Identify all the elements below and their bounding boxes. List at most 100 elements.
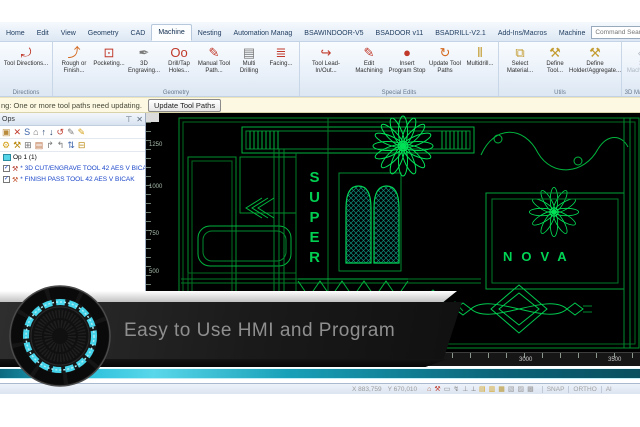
move-up-icon[interactable]: ↑ — [42, 127, 47, 138]
multi-drilling-button[interactable]: ▤ Multi Drilling — [233, 44, 265, 75]
regenerate-icon[interactable]: ↺ — [57, 127, 65, 138]
group-label-geometry: Geometry — [53, 90, 299, 96]
tab-cad[interactable]: CAD — [125, 26, 152, 41]
hatch-alt-icon[interactable]: ▨ — [517, 385, 524, 394]
snap-toggle[interactable]: SNAP — [542, 386, 569, 393]
tab-view[interactable]: View — [55, 26, 82, 41]
tree-item-finish-pass[interactable]: ✓ ⚒ * FINISH PASS TOOL 42 AES V BICAK — [0, 174, 145, 185]
drill-tap-holes-button[interactable]: Oo Drill/Tap Holes... — [163, 44, 195, 75]
toolpath-checkbox[interactable]: ✓ — [3, 165, 10, 172]
tool-lead-in-out-label: Tool Lead-In/Out... — [302, 61, 350, 75]
report-icon[interactable]: ▤ — [35, 140, 44, 151]
app-window: Home Edit View Geometry CAD Machine Nest… — [0, 0, 640, 427]
open-icon[interactable]: ▣ — [2, 127, 11, 138]
tree-item-op1[interactable]: Op 1 (1) — [0, 152, 145, 163]
pocketing-button[interactable]: ⊡ Pocketing... — [93, 44, 125, 68]
dynamic-icon[interactable]: ↯ — [453, 385, 459, 394]
group-label-directions: Directions — [0, 90, 52, 96]
layer-alt-icon[interactable]: ▥ — [489, 385, 496, 394]
manual-tool-path-icon: ✎ — [209, 45, 220, 61]
ribbon-group-utils: ⧉ Select Material... ⚒ Define Tool... ⚒ … — [499, 42, 622, 96]
move-down-icon[interactable]: ↓ — [49, 127, 54, 138]
home-view-icon[interactable]: ⌂ — [427, 385, 431, 394]
tab-addins-macros[interactable]: Add-Ins/Macros — [492, 26, 553, 41]
simulate-icon[interactable]: S — [24, 127, 30, 138]
settings-icon[interactable]: ⚙ — [2, 140, 10, 151]
insert-program-stop-button[interactable]: ● Insert Program Stop — [388, 44, 426, 75]
tab-geometry[interactable]: Geometry — [82, 26, 125, 41]
ribbon-group-special-edits: ↪ Tool Lead-In/Out... ✎ Edit Machining ●… — [300, 42, 499, 96]
ribbon-group-geometry: ⤴ Rough or Finish... ⊡ Pocketing... ✒ 3D… — [53, 42, 300, 96]
update-tool-paths-warning-button[interactable]: Update Tool Paths — [148, 99, 221, 112]
parallel-icon[interactable]: ⟂ — [471, 385, 476, 394]
pin-icon[interactable]: ⊤ — [125, 115, 132, 124]
layer-icon[interactable]: ▤ — [479, 385, 486, 394]
v-ruler-label: 1000 — [149, 184, 162, 190]
plane-icon[interactable]: ▭ — [444, 385, 451, 394]
insert-program-stop-label: Insert Program Stop — [388, 61, 426, 75]
operation-icon — [3, 154, 11, 161]
hatch-icon[interactable]: ▧ — [508, 385, 515, 394]
tree-item-label: * 3D CUT/ENGRAVE TOOL 42 AES V BICAK — [20, 165, 146, 172]
edit-machining-label: Edit Machining — [350, 61, 388, 75]
select-material-button[interactable]: ⧉ Select Material... — [501, 44, 539, 75]
machining-3d-button[interactable]: ◈ 3D Machining... — [624, 44, 640, 75]
edit-icon[interactable]: ✎ — [67, 127, 75, 138]
define-holder-aggregate-label: Define Holder/Aggregate... — [569, 61, 621, 75]
h-ruler-label: 3000 — [519, 357, 532, 363]
warning-text: ng: One or more tool paths need updating… — [1, 101, 142, 110]
tool-directions-button[interactable]: ⤾ Tool Directions... — [2, 44, 50, 68]
edit-machining-button[interactable]: ✎ Edit Machining — [350, 44, 388, 75]
tree-item-3d-cut-engrave[interactable]: ✓ ⚒ * 3D CUT/ENGRAVE TOOL 42 AES V BICAK — [0, 163, 145, 174]
rough-or-finish-button[interactable]: ⤴ Rough or Finish... — [55, 44, 93, 75]
tab-bsawindoor[interactable]: BSAWINDOOR-V5 — [298, 26, 369, 41]
post-alt-icon[interactable]: ↰ — [57, 140, 65, 151]
toolpath-icon: ⚒ — [12, 176, 18, 184]
tree-toolbar-row2: ⚙ ⚒ ⊞ ▤ ↱ ↰ ⇅ ⊟ — [0, 139, 145, 152]
define-holder-aggregate-button[interactable]: ⚒ Define Holder/Aggregate... — [571, 44, 619, 75]
tab-automation-manager[interactable]: Automation Manag — [228, 26, 299, 41]
ortho-toggle[interactable]: ORTHO — [568, 386, 600, 393]
top-band — [242, 127, 474, 153]
perpendicular-icon[interactable]: ⊥ — [462, 385, 468, 394]
status-icons: ⌂ ⚒ ▭ ↯ ⊥ ⟂ ▤ ▥ ▦ ▧ ▨ ▩ — [427, 385, 534, 394]
command-search-input[interactable] — [591, 26, 640, 39]
tools-icon[interactable]: ⚒ — [434, 385, 440, 394]
manual-tool-path-label: Manual Tool Path... — [195, 61, 233, 75]
toolpath-checkbox[interactable]: ✓ — [3, 176, 10, 183]
tab-nesting[interactable]: Nesting — [192, 26, 228, 41]
engraved-arches — [339, 173, 401, 271]
close-icon[interactable]: ✕ — [136, 115, 143, 124]
grid-icon[interactable]: ⊞ — [24, 140, 32, 151]
facing-button[interactable]: ≣ Facing... — [265, 44, 297, 68]
home-icon[interactable]: ⌂ — [33, 127, 38, 138]
all-toggle[interactable]: Al — [601, 386, 616, 393]
engraving-3d-label: 3D Engraving... — [125, 61, 163, 75]
sort-icon[interactable]: ⇅ — [67, 140, 75, 151]
update-tool-paths-button[interactable]: ↻ Update Tool Paths — [426, 44, 464, 75]
delete-icon[interactable]: ✕ — [14, 127, 22, 138]
tab-edit[interactable]: Edit — [31, 26, 55, 41]
tree-panel-titlebar: Ops ⊤ ✕ — [0, 113, 145, 126]
multidrill-button[interactable]: ⫴ Multidrill... — [464, 44, 496, 68]
fill-icon[interactable]: ▩ — [527, 385, 534, 394]
define-tool-button[interactable]: ⚒ Define Tool... — [539, 44, 571, 75]
tab-bsadoor[interactable]: BSADOOR v11 — [370, 26, 430, 41]
tab-home[interactable]: Home — [0, 26, 31, 41]
tab-machine[interactable]: Machine — [151, 24, 191, 41]
grid-snap-icon[interactable]: ▦ — [498, 385, 505, 394]
rough-or-finish-icon: ⤴ — [67, 45, 80, 61]
toolpath-warning-bar: ng: One or more tool paths need updating… — [0, 97, 640, 113]
tool-lead-in-out-button[interactable]: ↪ Tool Lead-In/Out... — [302, 44, 350, 75]
y-coordinate: Y 670,010 — [388, 386, 418, 393]
post-icon[interactable]: ↱ — [46, 140, 54, 151]
tab-machine-2[interactable]: Machine — [553, 26, 591, 41]
lock-icon[interactable]: ⚒ — [13, 140, 21, 151]
engraving-3d-button[interactable]: ✒ 3D Engraving... — [125, 44, 163, 75]
tab-bsadrill[interactable]: BSADRILL-V2.1 — [429, 26, 492, 41]
tool-directions-label: Tool Directions... — [4, 61, 48, 68]
edit-yellow-icon[interactable]: ✎ — [78, 127, 86, 138]
manual-tool-path-button[interactable]: ✎ Manual Tool Path... — [195, 44, 233, 75]
group-label-utils: Utils — [499, 90, 621, 96]
export-icon[interactable]: ⊟ — [78, 140, 86, 151]
